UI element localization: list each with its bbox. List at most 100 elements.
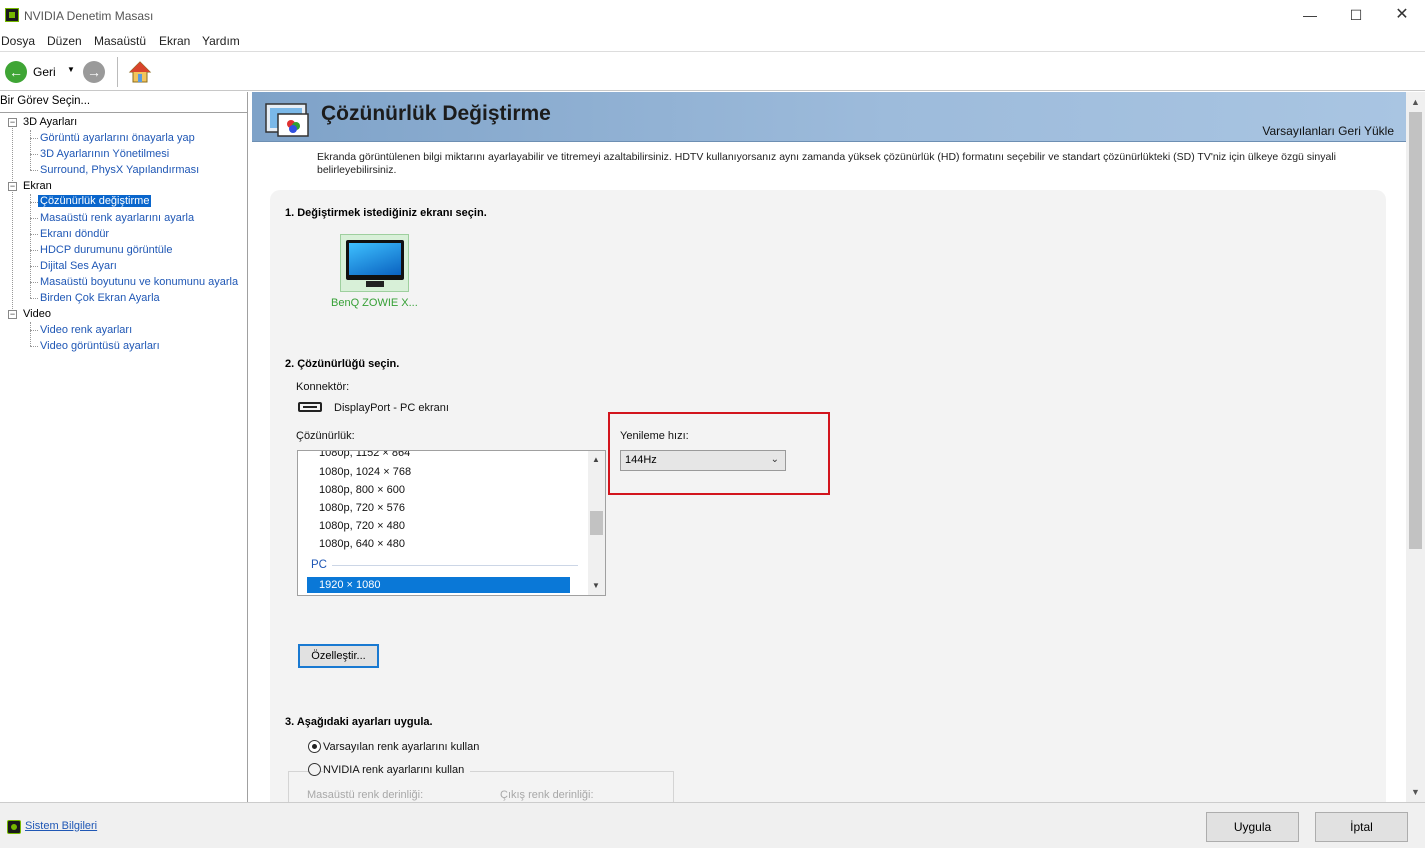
tree-line bbox=[30, 234, 38, 235]
sidebar-item-multiple-displays[interactable]: Birden Çok Ekran Ayarla bbox=[40, 292, 160, 304]
window-title: NVIDIA Denetim Masası bbox=[24, 9, 154, 23]
tree-category-video[interactable]: Video bbox=[23, 308, 51, 320]
sidebar-item-rotate-display[interactable]: Ekranı döndür bbox=[40, 228, 109, 240]
selected-list-item[interactable]: 1920 × 1080 bbox=[307, 577, 570, 593]
radio-default-colors-label[interactable]: Varsayılan renk ayarlarını kullan bbox=[323, 741, 479, 753]
home-icon[interactable] bbox=[128, 60, 152, 84]
content-pane: Çözünürlük Değiştirme Varsayılanları Ger… bbox=[252, 92, 1406, 802]
page-title: Çözünürlük Değiştirme bbox=[321, 102, 551, 125]
connector-label: Konnektör: bbox=[296, 381, 350, 393]
monitor-name[interactable]: BenQ ZOWIE X... bbox=[331, 297, 418, 309]
menu-file[interactable]: Dosya bbox=[1, 34, 35, 48]
step-3-heading: 3. Aşağıdaki ayarları uygula. bbox=[285, 716, 433, 728]
sidebar-item-desktop-size[interactable]: Masaüstü boyutunu ve konumunu ayarla bbox=[40, 276, 238, 288]
sidebar-item-digital-audio[interactable]: Dijital Ses Ayarı bbox=[40, 260, 117, 272]
monitor-selector[interactable] bbox=[340, 234, 409, 292]
sidebar-item-image-presets[interactable]: Görüntü ayarlarını önayarla yap bbox=[40, 132, 195, 144]
tree-category-display[interactable]: Ekran bbox=[23, 180, 52, 192]
tree-line bbox=[30, 282, 38, 283]
list-item[interactable]: 1080p, 800 × 600 bbox=[319, 484, 405, 496]
collapse-icon[interactable]: − bbox=[8, 182, 17, 191]
list-group-header: PC bbox=[311, 559, 327, 571]
tree-line bbox=[30, 330, 38, 331]
chevron-down-icon: ⌄ bbox=[770, 454, 779, 465]
list-item[interactable]: 1080p, 640 × 480 bbox=[319, 538, 405, 550]
system-info-link[interactable]: Sistem Bilgileri bbox=[25, 820, 97, 832]
menu-edit[interactable]: Düzen bbox=[47, 34, 82, 48]
menu-help[interactable]: Yardım bbox=[202, 34, 240, 48]
tree-line bbox=[30, 298, 38, 299]
task-header: Bir Görev Seçin... bbox=[0, 95, 91, 107]
collapse-icon[interactable]: − bbox=[8, 310, 17, 319]
sidebar-item-desktop-color[interactable]: Masaüstü renk ayarlarını ayarla bbox=[40, 212, 194, 224]
resolution-list[interactable]: 1080p, 1152 × 864 1080p, 1024 × 768 1080… bbox=[297, 450, 606, 596]
sidebar-item-surround-physx[interactable]: Surround, PhysX Yapılandırması bbox=[40, 164, 199, 176]
sidebar-item-manage-3d[interactable]: 3D Ayarlarının Yönetilmesi bbox=[40, 148, 169, 160]
arrow-right-icon[interactable]: → bbox=[83, 61, 105, 83]
group-divider bbox=[332, 565, 578, 566]
status-bar: Sistem Bilgileri Uygula İptal bbox=[0, 802, 1425, 848]
tree-line bbox=[12, 128, 13, 315]
monitor-stand bbox=[366, 281, 384, 287]
connector-value: DisplayPort - PC ekranı bbox=[334, 402, 449, 414]
back-button[interactable]: Geri bbox=[33, 65, 56, 79]
step-2-heading: 2. Çözünürlüğü seçin. bbox=[285, 358, 400, 370]
cancel-button[interactable]: İptal bbox=[1315, 812, 1408, 842]
nvidia-info-icon bbox=[7, 820, 21, 834]
radio-nvidia-colors[interactable] bbox=[308, 763, 321, 776]
tree-line bbox=[30, 250, 38, 251]
sidebar-item-video-image[interactable]: Video görüntüsü ayarları bbox=[40, 340, 160, 352]
list-item[interactable]: 1080p, 1024 × 768 bbox=[319, 466, 411, 478]
tree-line bbox=[30, 322, 31, 346]
refresh-rate-value: 144Hz bbox=[625, 454, 657, 466]
tree-line bbox=[30, 218, 38, 219]
sidebar-item-hdcp-status[interactable]: HDCP durumunu görüntüle bbox=[40, 244, 172, 256]
sidebar-item-change-resolution[interactable]: Çözünürlük değiştirme bbox=[38, 195, 152, 207]
back-dropdown-icon[interactable]: ▼ bbox=[67, 65, 75, 74]
close-button[interactable]: ✕ bbox=[1379, 0, 1425, 32]
arrow-left-icon[interactable]: ← bbox=[5, 61, 27, 83]
menu-display[interactable]: Ekran bbox=[159, 34, 190, 48]
customize-button[interactable]: Özelleştir... bbox=[298, 644, 379, 668]
output-depth-label: Çıkış renk derinliği: bbox=[500, 789, 594, 801]
monitor-icon bbox=[346, 240, 404, 280]
scroll-up-icon[interactable]: ▲ bbox=[592, 455, 600, 464]
scroll-thumb[interactable] bbox=[1409, 112, 1422, 549]
scroll-up-icon[interactable]: ▲ bbox=[1411, 97, 1420, 107]
radio-default-colors[interactable] bbox=[308, 740, 321, 753]
page-scrollbar[interactable]: ▲ ▼ bbox=[1406, 92, 1425, 802]
scroll-thumb[interactable] bbox=[590, 511, 603, 535]
displayport-icon bbox=[298, 402, 322, 412]
tree-category-3d[interactable]: 3D Ayarları bbox=[23, 116, 77, 128]
apply-button[interactable]: Uygula bbox=[1206, 812, 1299, 842]
refresh-rate-select[interactable]: 144Hz ⌄ bbox=[620, 450, 786, 471]
tree-line bbox=[30, 170, 38, 171]
scroll-down-icon[interactable]: ▼ bbox=[592, 581, 600, 590]
menu-bar: Dosya Düzen Masaüstü Ekran Yardım bbox=[0, 32, 1425, 51]
list-scrollbar[interactable]: ▲ ▼ bbox=[588, 451, 605, 595]
collapse-icon[interactable]: − bbox=[8, 118, 17, 127]
list-item[interactable]: 1080p, 720 × 480 bbox=[319, 520, 405, 532]
toolbar-separator bbox=[117, 57, 118, 87]
list-item[interactable]: 1080p, 1152 × 864 bbox=[319, 451, 410, 459]
tree-line bbox=[30, 138, 38, 139]
resolution-icon bbox=[265, 103, 309, 137]
maximize-button[interactable]: ☐ bbox=[1333, 0, 1379, 32]
page-banner: Çözünürlük Değiştirme Varsayılanları Ger… bbox=[252, 92, 1406, 142]
menu-desktop[interactable]: Masaüstü bbox=[94, 34, 146, 48]
page-description: Ekranda görüntülenen bilgi miktarını aya… bbox=[317, 151, 1336, 176]
resolution-label: Çözünürlük: bbox=[296, 430, 355, 442]
tree-line bbox=[30, 130, 31, 170]
desktop-depth-label: Masaüstü renk derinliği: bbox=[307, 789, 424, 801]
radio-nvidia-colors-label[interactable]: NVIDIA renk ayarlarını kullan bbox=[323, 764, 471, 776]
restore-defaults-link[interactable]: Varsayılanları Geri Yükle bbox=[1262, 124, 1394, 138]
settings-panel: 1. Değiştirmek istediğiniz ekranı seçin.… bbox=[270, 190, 1386, 802]
refresh-rate-label: Yenileme hızı: bbox=[620, 430, 689, 442]
step-1-heading: 1. Değiştirmek istediğiniz ekranı seçin. bbox=[285, 207, 487, 219]
tree-line bbox=[30, 202, 38, 203]
scroll-down-icon[interactable]: ▼ bbox=[1411, 787, 1420, 797]
minimize-button[interactable]: — bbox=[1287, 0, 1333, 32]
sidebar-item-video-color[interactable]: Video renk ayarları bbox=[40, 324, 132, 336]
divider bbox=[0, 112, 247, 113]
list-item[interactable]: 1080p, 720 × 576 bbox=[319, 502, 405, 514]
